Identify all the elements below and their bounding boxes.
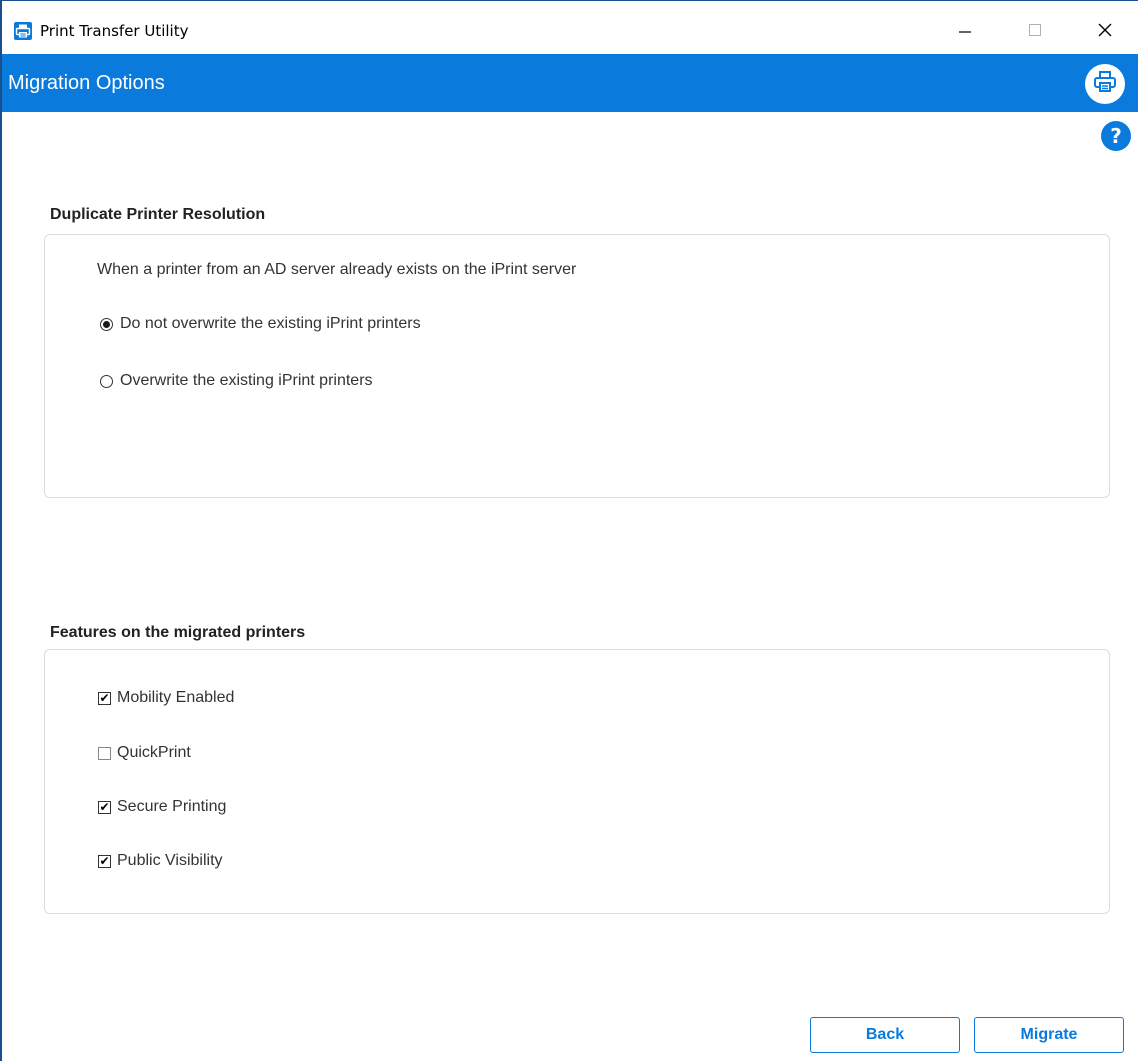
minimize-icon (957, 22, 973, 43)
minimize-button[interactable] (942, 13, 988, 51)
app-window: Print Transfer Utility Migration Options (0, 0, 1138, 1061)
help-icon[interactable]: ? (1101, 121, 1131, 151)
maximize-icon (1027, 22, 1043, 43)
migrate-button[interactable]: Migrate (974, 1017, 1124, 1053)
window-title: Print Transfer Utility (40, 22, 189, 40)
duplicate-description: When a printer from an AD server already… (97, 261, 577, 278)
mobility-enabled-label: Mobility Enabled (117, 689, 235, 706)
checkbox-checked-icon: ✔ (98, 799, 111, 814)
public-visibility-label: Public Visibility (117, 852, 223, 869)
printer-icon (1092, 69, 1118, 100)
radio-unselected-icon (100, 374, 113, 388)
radio-overwrite-label: Overwrite the existing iPrint printers (120, 372, 373, 389)
header-printer-button[interactable] (1085, 64, 1125, 104)
checkbox-unchecked-icon (98, 746, 111, 760)
features-section-heading: Features on the migrated printers (50, 624, 306, 641)
checkbox-checked-icon: ✔ (98, 853, 111, 868)
checkbox-quickprint[interactable]: QuickPrint (98, 744, 191, 762)
duplicate-section-heading: Duplicate Printer Resolution (50, 206, 266, 223)
maximize-button[interactable] (1012, 13, 1058, 51)
header-bar: Migration Options (2, 54, 1138, 112)
close-icon (1097, 22, 1113, 43)
radio-do-not-overwrite-label: Do not overwrite the existing iPrint pri… (120, 315, 421, 332)
radio-selected-icon (100, 317, 113, 331)
app-printer-icon (14, 22, 32, 40)
checkbox-secure-printing[interactable]: ✔ Secure Printing (98, 798, 226, 816)
radio-overwrite[interactable]: Overwrite the existing iPrint printers (100, 372, 373, 390)
close-button[interactable] (1082, 13, 1128, 51)
checkbox-mobility-enabled[interactable]: ✔ Mobility Enabled (98, 689, 234, 707)
page-title: Migration Options (8, 72, 165, 94)
secure-printing-label: Secure Printing (117, 798, 227, 815)
checkbox-checked-icon: ✔ (98, 690, 111, 705)
back-button[interactable]: Back (810, 1017, 960, 1053)
radio-do-not-overwrite[interactable]: Do not overwrite the existing iPrint pri… (100, 315, 421, 333)
checkbox-public-visibility[interactable]: ✔ Public Visibility (98, 852, 223, 870)
title-bar: Print Transfer Utility (2, 1, 1138, 49)
quickprint-label: QuickPrint (117, 744, 191, 761)
